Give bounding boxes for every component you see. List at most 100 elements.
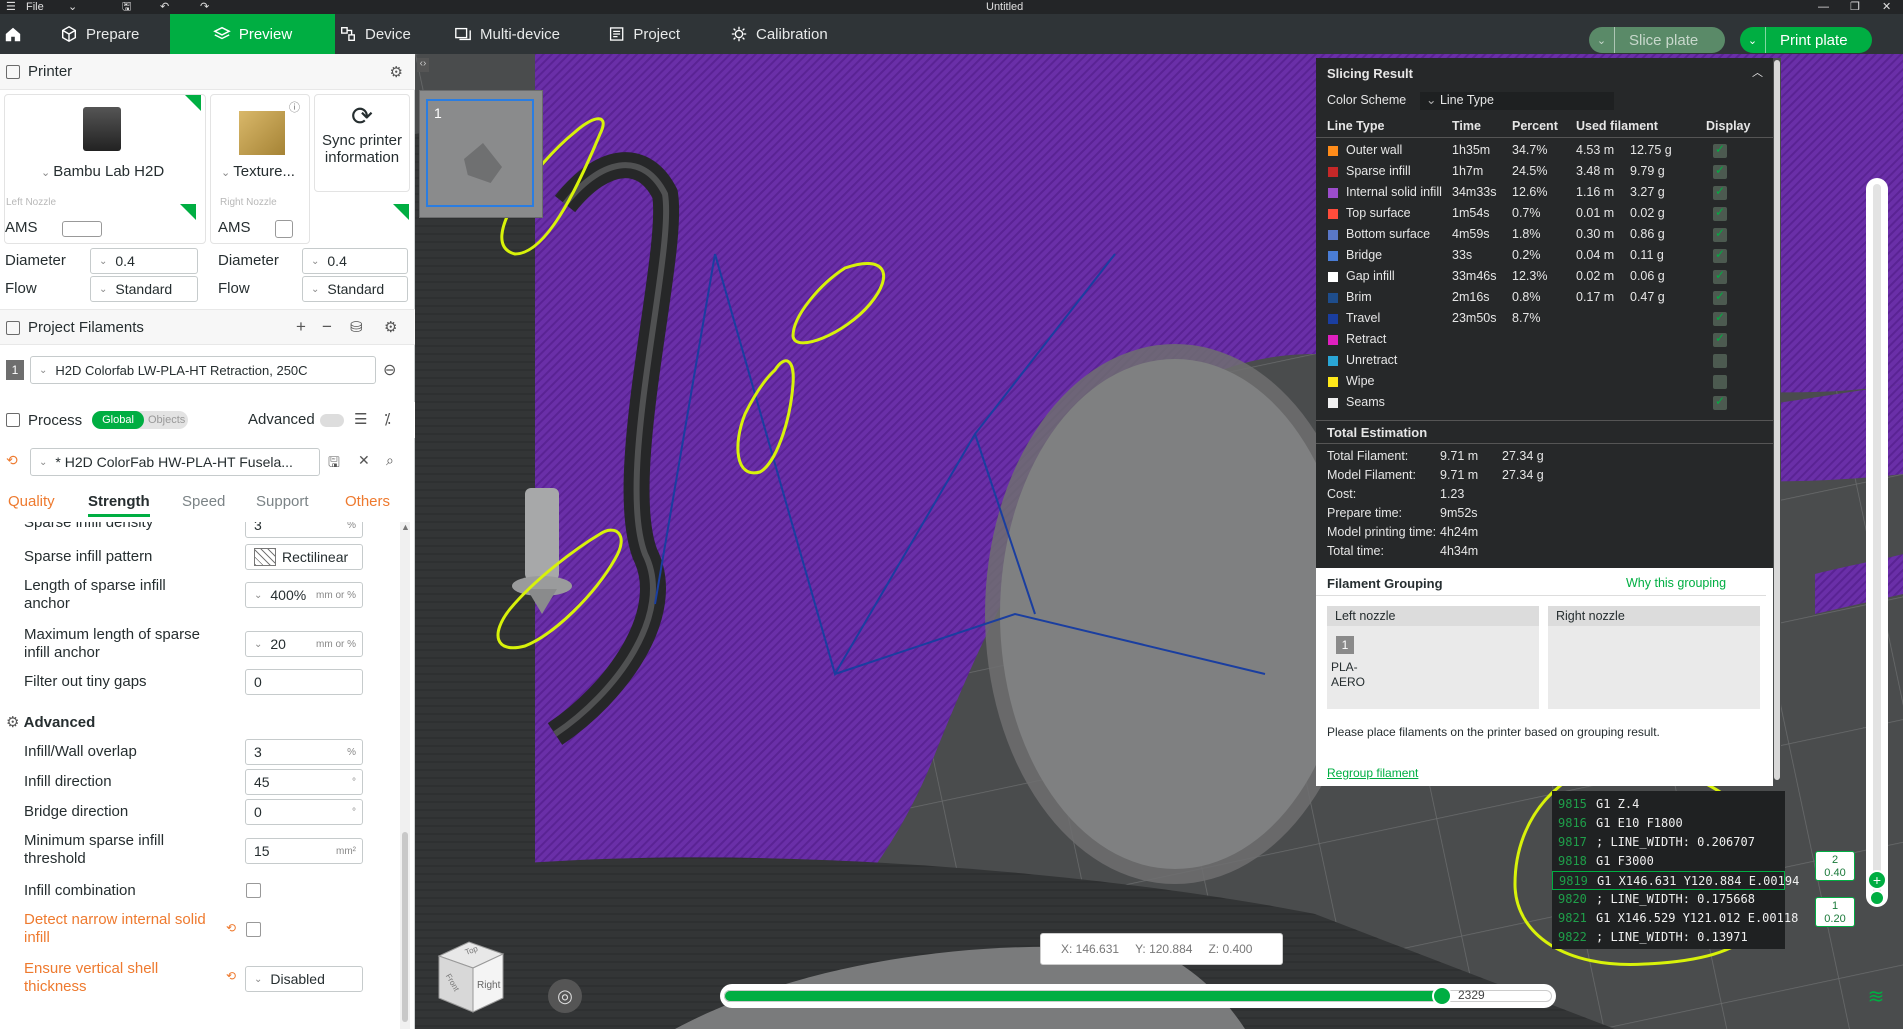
infill-direction-input[interactable]: 45 ° — [245, 769, 363, 795]
infill-wall-overlap-input[interactable]: 3% — [245, 739, 363, 765]
fit-view-icon[interactable]: ◎ — [548, 979, 582, 1013]
result-scrollbar[interactable] — [1773, 58, 1781, 786]
gear-icon[interactable]: ⚙ — [384, 318, 397, 336]
gcode-move-slider[interactable]: 2329 — [720, 984, 1556, 1008]
search-icon[interactable]: ⌕ — [386, 452, 394, 469]
gcode-line[interactable]: 9822 ; LINE_WIDTH: 0.13971 — [1552, 928, 1785, 947]
close-icon[interactable]: ✕ — [1882, 0, 1891, 14]
gcode-line[interactable]: 9821 G1 X146.529 Y121.012 E.00118 — [1552, 909, 1798, 928]
filament-select[interactable]: ⌄ H2D Colorfab LW-PLA-HT Retraction, 250C — [30, 356, 376, 384]
home-button[interactable] — [0, 14, 30, 54]
right-flow-select[interactable]: ⌄ Standard — [302, 276, 408, 302]
gcode-line[interactable]: 9819 G1 X146.631 Y120.884 E.00194 — [1552, 871, 1799, 890]
filament-settings-icon[interactable]: ⛁ — [350, 318, 363, 336]
sync-printer-button[interactable]: ⟳ Sync printer information — [314, 94, 410, 192]
slider-handle[interactable] — [1432, 986, 1452, 1006]
display-checkbox[interactable] — [1713, 226, 1727, 242]
gcode-line[interactable]: 9817 ; LINE_WIDTH: 0.206707 — [1552, 833, 1785, 852]
tab-project[interactable]: Project — [594, 14, 694, 54]
scrollbar-thumb[interactable] — [1774, 60, 1780, 780]
chevron-down-icon[interactable]: ⌄ — [68, 0, 77, 14]
layer-upper-handle[interactable]: + — [1867, 870, 1887, 890]
undo-icon[interactable]: ↶ — [160, 0, 169, 14]
display-checkbox[interactable] — [1713, 375, 1727, 389]
chevron-down-icon[interactable]: ⌄ — [1740, 27, 1766, 53]
display-checkbox[interactable] — [1713, 205, 1727, 221]
reset-icon[interactable]: ⟲ — [226, 969, 236, 983]
gcode-line[interactable]: 9818 G1 F3000 — [1552, 852, 1785, 871]
tab-support[interactable]: Support — [256, 493, 309, 510]
collapse-icon[interactable]: ︿ — [1752, 64, 1763, 80]
ensure-vertical-shell-select[interactable]: ⌄ Disabled — [245, 966, 363, 992]
tab-device[interactable]: Device — [325, 14, 425, 54]
filament-remove-icon[interactable]: ⊖ — [383, 360, 396, 380]
tab-multi-device[interactable]: Multi-device — [440, 14, 580, 54]
view-cube[interactable]: Top Front Right — [429, 934, 509, 1014]
gcode-line[interactable]: 9815 G1 Z.4 — [1552, 795, 1785, 814]
reset-icon[interactable]: ⟲ — [226, 921, 236, 935]
right-diameter-select[interactable]: ⌄ 0.4 — [302, 248, 408, 274]
display-checkbox[interactable] — [1713, 310, 1727, 326]
ams-icon[interactable] — [62, 221, 102, 237]
layers-toggle-icon[interactable]: ≋ — [1863, 984, 1889, 1010]
tab-preview[interactable]: Preview — [170, 14, 335, 54]
bridge-direction-input[interactable]: 0 ° — [245, 799, 363, 825]
advanced-switch[interactable] — [320, 414, 344, 427]
redo-icon[interactable]: ↷ — [200, 0, 209, 14]
tab-calibration[interactable]: Calibration — [716, 14, 856, 54]
global-toggle[interactable]: Global — [92, 411, 144, 429]
regroup-filament-link[interactable]: Regroup filament — [1327, 766, 1418, 780]
gcode-line[interactable]: 9816 G1 E10 F1800 — [1552, 814, 1785, 833]
ams-lite-icon[interactable] — [275, 220, 293, 238]
chevron-down-icon[interactable]: ⌄ — [1589, 27, 1615, 53]
gear-icon[interactable]: ⚙ — [390, 63, 403, 81]
compare-icon[interactable]: ⁒ — [384, 410, 391, 428]
display-checkbox[interactable] — [1713, 331, 1727, 347]
min-sparse-infill-threshold-input[interactable]: 15 mm² — [245, 838, 363, 864]
close-icon[interactable]: ✕ — [358, 452, 370, 469]
sparse-infill-anchor-input[interactable]: ⌄ 400% mm or % — [245, 582, 363, 608]
tab-prepare[interactable]: Prepare — [46, 14, 166, 54]
sparse-infill-density-input[interactable]: 3% — [245, 522, 363, 538]
tab-speed[interactable]: Speed — [182, 493, 225, 510]
left-flow-select[interactable]: ⌄ Standard — [90, 276, 198, 302]
edit-corner-icon[interactable] — [393, 204, 409, 220]
scroll-up-icon[interactable]: ▲ — [401, 522, 410, 532]
settings-scrollbar[interactable]: ▲ — [400, 522, 410, 1029]
detect-narrow-solid-infill-checkbox[interactable] — [246, 922, 261, 937]
left-diameter-select[interactable]: ⌄ 0.4 — [90, 248, 198, 274]
display-checkbox[interactable] — [1713, 184, 1727, 200]
display-checkbox[interactable] — [1713, 163, 1727, 179]
color-scheme-select[interactable]: ⌄ Line Type — [1420, 92, 1614, 110]
sparse-infill-pattern-select[interactable]: Rectilinear — [245, 544, 363, 570]
edit-corner-icon[interactable] — [180, 204, 196, 220]
gcode-line[interactable]: 9820 ; LINE_WIDTH: 0.175668 — [1552, 890, 1785, 909]
display-checkbox[interactable] — [1713, 354, 1727, 368]
plate-thumbnail[interactable]: 1 — [419, 90, 543, 218]
remove-filament-icon[interactable]: − — [322, 317, 332, 337]
save-preset-icon[interactable]: 🖫 — [328, 452, 340, 476]
save-icon[interactable]: 🖫 — [122, 0, 131, 14]
layer-lower-handle[interactable] — [1869, 890, 1885, 906]
infill-combination-checkbox[interactable] — [246, 883, 261, 898]
add-filament-icon[interactable]: + — [296, 317, 306, 337]
process-preset-select[interactable]: ⌄ * H2D ColorFab HW-PLA-HT Fusela... — [30, 448, 320, 476]
display-checkbox[interactable] — [1713, 247, 1727, 263]
list-icon[interactable]: ☰ — [354, 410, 367, 428]
reset-icon[interactable]: ⟲ — [6, 452, 18, 469]
display-checkbox[interactable] — [1713, 142, 1727, 158]
max-sparse-infill-anchor-input[interactable]: ⌄ 20 mm or % — [245, 631, 363, 657]
minimize-icon[interactable]: — — [1818, 0, 1829, 14]
print-plate-button[interactable]: ⌄ Print plate — [1740, 27, 1872, 53]
tab-quality[interactable]: Quality — [8, 493, 55, 510]
layer-slider[interactable]: + — [1866, 178, 1888, 907]
why-grouping-link[interactable]: Why this grouping — [1626, 576, 1726, 590]
tab-others[interactable]: Others — [345, 493, 390, 510]
filter-tiny-gaps-input[interactable]: 0 — [245, 669, 363, 695]
slice-plate-button[interactable]: ⌄ Slice plate — [1589, 27, 1725, 53]
restore-icon[interactable]: ❐ — [1850, 0, 1860, 14]
collapse-sidebar-icon[interactable]: ‹› — [417, 58, 429, 72]
display-checkbox[interactable] — [1713, 394, 1727, 410]
edit-corner-icon[interactable] — [185, 95, 201, 111]
display-checkbox[interactable] — [1713, 268, 1727, 284]
